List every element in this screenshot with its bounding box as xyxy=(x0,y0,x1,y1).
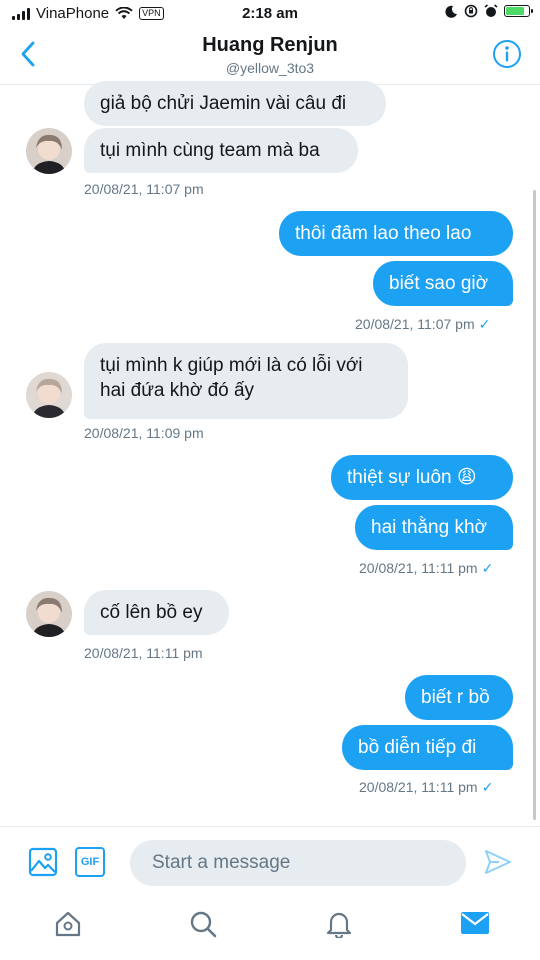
message-timestamp: 20/08/21, 11:11 pm ✓ xyxy=(359,560,493,577)
message-bubble-outgoing: thiệt sự luôn 😩 xyxy=(331,455,513,500)
rotation-lock-icon xyxy=(464,4,478,18)
message-line: hai đứa khờ đó ấy xyxy=(100,380,255,401)
contact-handle: @yellow_3to3 xyxy=(225,60,315,76)
message-input[interactable] xyxy=(130,840,466,886)
message-bubble-outgoing: thôi đâm lao theo lao xyxy=(279,211,513,256)
scrollbar[interactable] xyxy=(533,190,536,820)
message-bubble-incoming: tụi mình cùng team mà ba xyxy=(84,128,358,173)
message-timestamp: 20/08/21, 11:07 pm ✓ xyxy=(355,316,490,333)
status-right xyxy=(445,4,533,18)
gif-icon[interactable]: GIF xyxy=(75,847,105,877)
check-icon: ✓ xyxy=(481,560,494,576)
message-timestamp: 20/08/21, 11:11 pm xyxy=(84,645,203,661)
compose-bar: GIF xyxy=(0,826,540,899)
home-icon[interactable] xyxy=(54,910,82,938)
message-bubble-incoming: cố lên bồ ey xyxy=(84,590,229,635)
message-timestamp: 20/08/21, 11:11 pm ✓ xyxy=(359,779,493,796)
avatar[interactable] xyxy=(26,372,72,418)
message-bubble-incoming: tụi mình k giúp mới là có lỗi với hai đứ… xyxy=(84,343,408,419)
tab-bar xyxy=(0,898,540,960)
gif-label: GIF xyxy=(80,856,100,868)
message-bubble-incoming: giả bộ chửi Jaemin vài câu đi xyxy=(84,81,386,126)
battery-icon xyxy=(504,5,533,17)
check-icon: ✓ xyxy=(481,779,494,795)
bell-icon[interactable] xyxy=(325,910,353,938)
timestamp-text: 20/08/21, 11:07 pm xyxy=(355,316,475,332)
avatar[interactable] xyxy=(26,128,72,174)
alarm-icon xyxy=(484,4,498,17)
info-icon[interactable] xyxy=(492,39,522,69)
timestamp-text: 20/08/21, 11:11 pm xyxy=(359,779,478,795)
message-bubble-outgoing: bồ diễn tiếp đi xyxy=(342,725,513,770)
send-icon[interactable] xyxy=(484,849,512,875)
moon-icon xyxy=(445,5,457,18)
avatar[interactable] xyxy=(26,591,72,637)
timestamp-text: 20/08/21, 11:11 pm xyxy=(359,560,478,576)
image-icon[interactable] xyxy=(28,847,58,877)
contact-name: Huang Renjun xyxy=(202,34,338,56)
message-timestamp: 20/08/21, 11:07 pm xyxy=(84,181,204,197)
message-timestamp: 20/08/21, 11:09 pm xyxy=(84,425,204,441)
conversation-header: Huang Renjun @yellow_3to3 xyxy=(0,28,540,85)
message-bubble-outgoing: hai thằng khờ xyxy=(355,505,513,550)
message-line: tụi mình k giúp mới là có lỗi với xyxy=(100,355,363,376)
mail-icon[interactable] xyxy=(460,910,490,936)
message-list[interactable]: giả bộ chửi Jaemin vài câu đi tụi mình c… xyxy=(0,81,540,825)
message-bubble-outgoing: biết r bồ xyxy=(405,675,513,720)
status-bar: VinaPhone VPN 2:18 am xyxy=(0,0,540,28)
search-icon[interactable] xyxy=(189,910,217,938)
message-bubble-outgoing: biết sao giờ xyxy=(373,261,513,306)
check-icon: ✓ xyxy=(478,316,491,332)
